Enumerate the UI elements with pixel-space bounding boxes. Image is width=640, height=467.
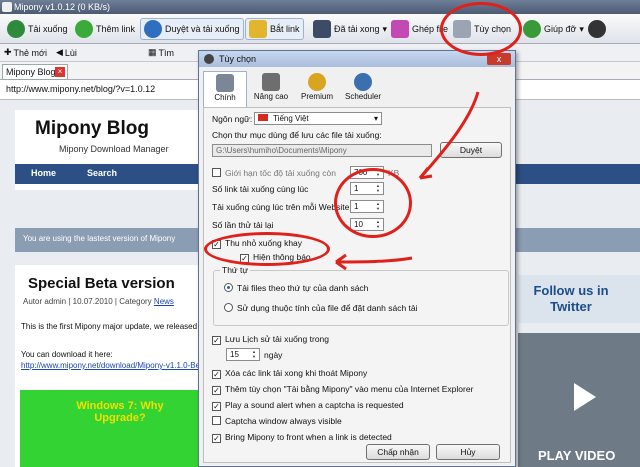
annotation-arrows xyxy=(335,91,480,271)
annotation-arrow xyxy=(418,91,480,179)
annotation-arrow xyxy=(335,256,413,264)
